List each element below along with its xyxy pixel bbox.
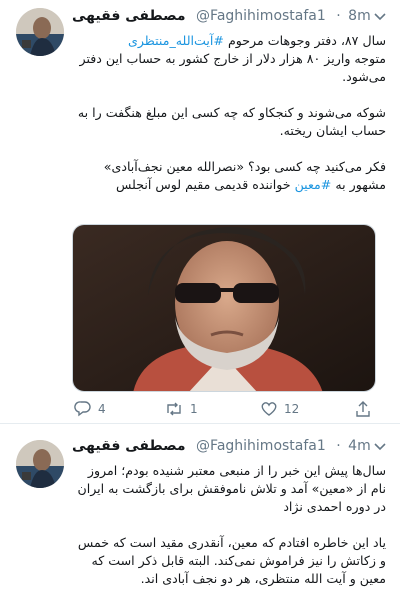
- portrait-photo: [73, 225, 375, 391]
- like-count: 12: [284, 402, 300, 416]
- hashtag-link[interactable]: #آیت‌الله_منتظری: [128, 33, 224, 48]
- avatar-image: [16, 440, 64, 488]
- heart-icon: [261, 402, 277, 416]
- tweet-time[interactable]: 4m: [348, 438, 371, 454]
- avatar[interactable]: [16, 8, 64, 56]
- author-handle[interactable]: @Faghihimostafa1: [196, 438, 326, 454]
- reply-count: 4: [98, 402, 106, 416]
- retweet-count: 1: [190, 402, 198, 416]
- separator-dot: ·: [336, 438, 341, 454]
- tweet-actions: 4 1 12: [72, 398, 376, 420]
- retweet-button[interactable]: 1: [164, 398, 198, 420]
- reply-icon: [74, 401, 91, 417]
- reply-button[interactable]: 4: [74, 398, 106, 420]
- tweet-photo[interactable]: [72, 224, 376, 392]
- share-button[interactable]: [354, 398, 372, 420]
- separator-dot: ·: [336, 8, 341, 24]
- chevron-down-icon[interactable]: [372, 6, 388, 26]
- tweet[interactable]: مصطفی فقیهی @Faghihimostafa1 · 8m سال ۸۷…: [0, 0, 400, 424]
- tweet-text: سال ۸۷، دفتر وجوهات مرحوم #آیت‌الله_منتظ…: [72, 32, 386, 194]
- tweet-time[interactable]: 8m: [348, 8, 371, 24]
- chevron-down-icon[interactable]: [372, 436, 388, 456]
- tweet-header: مصطفی فقیهی @Faghihimostafa1 · 8m: [72, 6, 388, 26]
- author-handle[interactable]: @Faghihimostafa1: [196, 8, 326, 24]
- tweet-header: مصطفی فقیهی @Faghihimostafa1 · 4m: [72, 436, 388, 456]
- tweet-text-part: خواننده قدیمی مقیم لوس آنجلس: [115, 177, 295, 192]
- share-icon: [356, 401, 370, 417]
- avatar-image: [16, 8, 64, 56]
- avatar[interactable]: [16, 440, 64, 488]
- author-name[interactable]: مصطفی فقیهی: [72, 438, 186, 454]
- author-name[interactable]: مصطفی فقیهی: [72, 8, 186, 24]
- tweet[interactable]: مصطفی فقیهی @Faghihimostafa1 · 4m سال‌ها…: [0, 424, 400, 612]
- hashtag-link[interactable]: #معین: [295, 177, 332, 192]
- retweet-icon: [167, 402, 181, 416]
- tweet-text-part: سال ۸۷، دفتر وجوهات مرحوم: [223, 33, 386, 48]
- tweet-text-part: متوجه واریز ۸۰ هزار دلار از خارج کشور به…: [77, 51, 386, 192]
- like-button[interactable]: 12: [260, 398, 299, 420]
- tweet-text: سال‌ها پیش این خبر را از منبعی معتبر شنی…: [77, 463, 386, 586]
